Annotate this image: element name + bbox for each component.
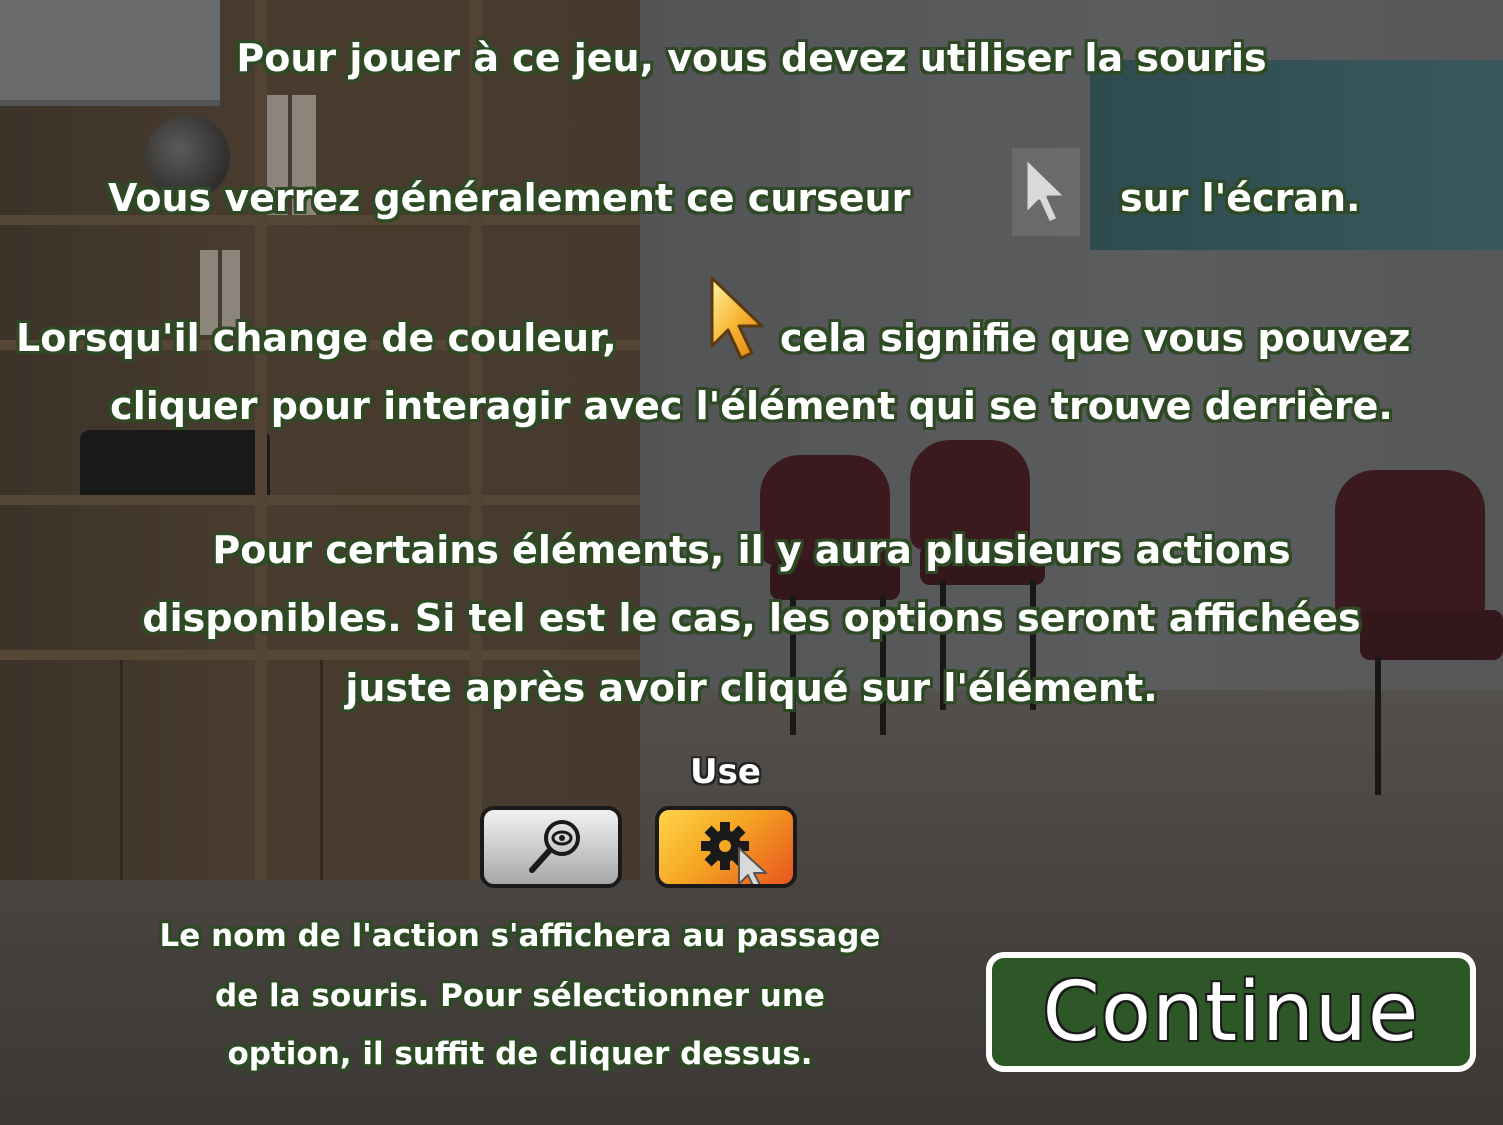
instruction-line-2-end: sur l'écran. — [1120, 176, 1361, 220]
instruction-line-3-start: Lorsqu'il change de couleur, — [16, 316, 617, 360]
instruction-line-3-end: cela signifie que vous pouvez — [780, 316, 1411, 360]
instruction-line-7: juste après avoir cliqué sur l'élément. — [345, 666, 1158, 710]
gear-use-icon — [701, 822, 767, 884]
use-action-button[interactable] — [655, 806, 797, 888]
instruction-line-6: disponibles. Si tel est le cas, les opti… — [142, 596, 1361, 640]
continue-button[interactable]: Continue — [986, 952, 1476, 1072]
instruction-line-2-start: Vous verrez généralement ce curseur — [108, 176, 911, 220]
bottom-text-line-1: Le nom de l'action s'affichera au passag… — [159, 918, 881, 954]
instruction-line-4: cliquer pour interagir avec l'élément qu… — [110, 384, 1393, 428]
gold-arrow-cursor-icon — [702, 272, 778, 368]
action-hover-label: Use — [690, 752, 761, 792]
bottom-text-line-3: option, il suffit de cliquer dessus. — [227, 1036, 813, 1072]
look-eye-icon — [529, 820, 580, 873]
instruction-line-1: Pour jouer à ce jeu, vous devez utiliser… — [236, 36, 1267, 80]
continue-button-label: Continue — [1042, 964, 1420, 1060]
bottom-text-line-2: de la souris. Pour sélectionner une — [215, 978, 825, 1014]
look-action-button[interactable] — [480, 806, 622, 888]
arrow-cursor-icon — [1012, 148, 1080, 236]
instruction-line-5: Pour certains éléments, il y aura plusie… — [212, 528, 1291, 572]
